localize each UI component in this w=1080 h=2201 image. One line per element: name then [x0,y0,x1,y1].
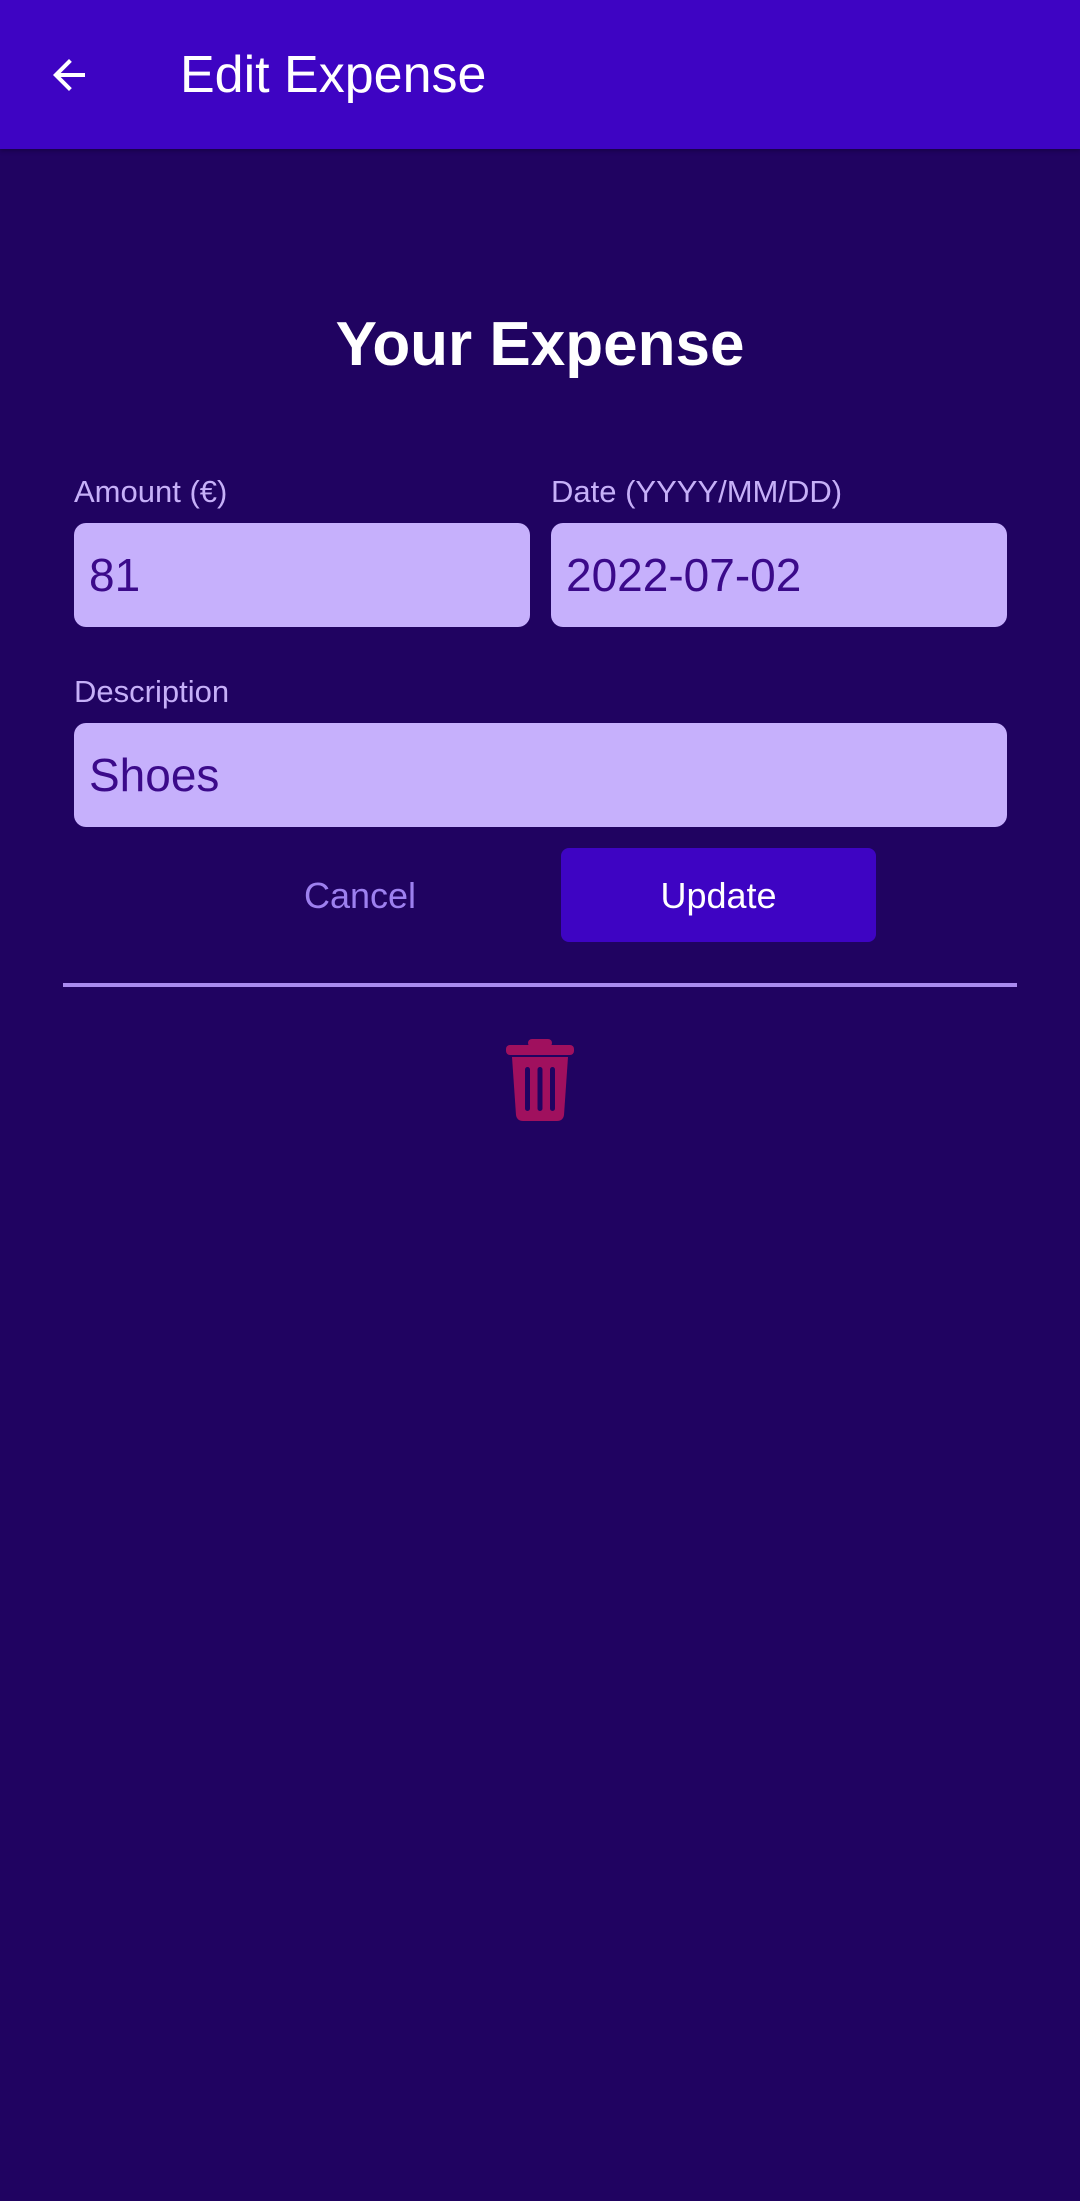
arrow-left-icon [53,59,85,91]
app-bar: Edit Expense [0,0,1080,149]
delete-button[interactable] [500,1035,580,1125]
back-button[interactable] [30,36,108,114]
divider [63,983,1017,987]
cancel-button[interactable]: Cancel [235,848,485,942]
form-heading: Your Expense [335,310,745,379]
page-title: Edit Expense [180,46,487,104]
amount-input[interactable] [74,523,530,627]
update-button[interactable]: Update [561,848,876,942]
date-label: Date (YYYY/MM/DD) [551,474,843,509]
description-label: Description [74,674,230,709]
date-input[interactable] [551,523,1007,627]
trash-icon [506,1039,574,1121]
amount-label: Amount (€) [74,474,228,509]
description-input[interactable] [74,723,1007,827]
